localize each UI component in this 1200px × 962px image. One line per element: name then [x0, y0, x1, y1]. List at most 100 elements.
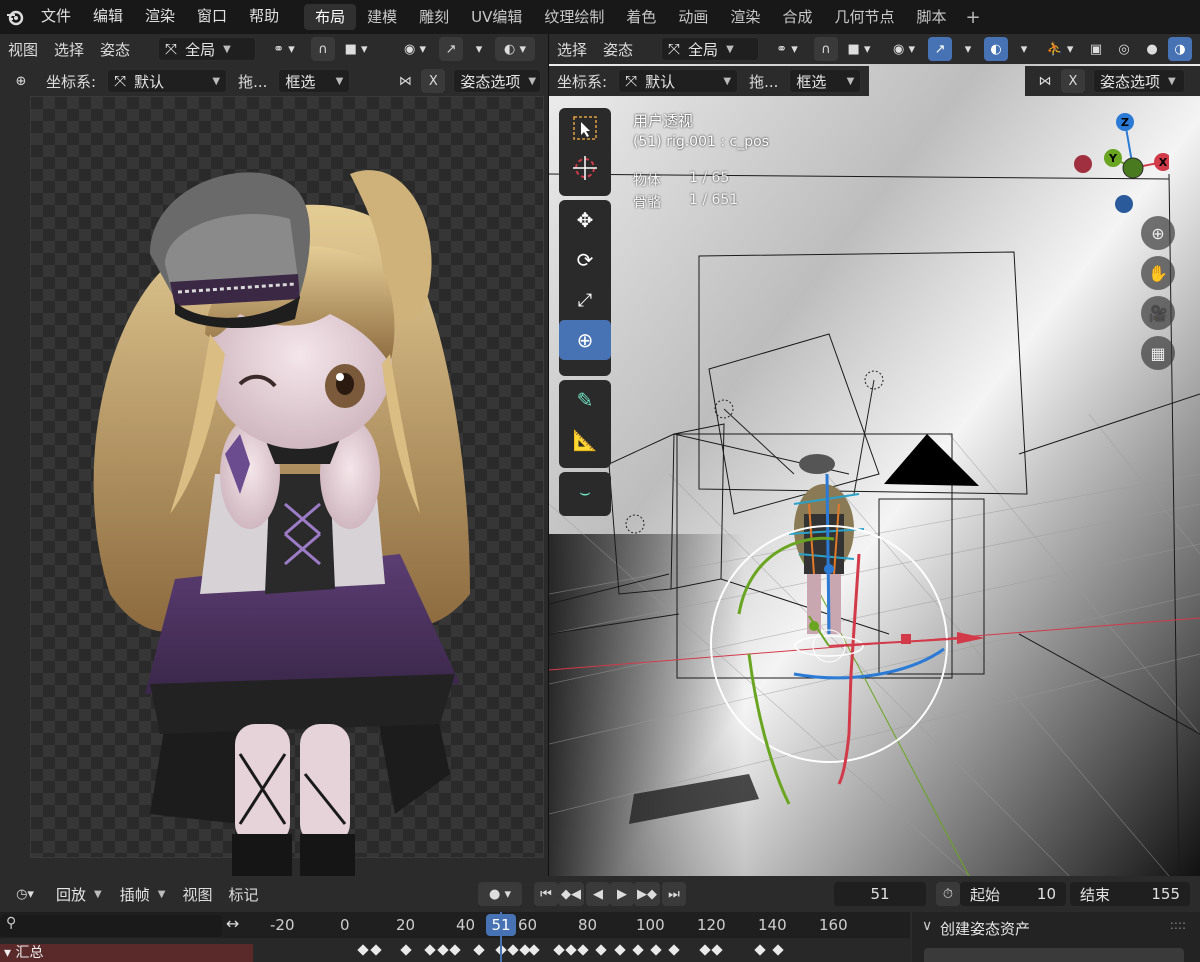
transform-orientation-dropdown[interactable]: ⤧ 全局 ▼ [661, 37, 760, 61]
zoom-icon[interactable]: ⊕ [1141, 216, 1175, 250]
pivot-point-icon[interactable]: ⚭ ▾ [764, 37, 810, 61]
keyframe-diamond[interactable] [436, 944, 449, 956]
tab-geometry-nodes[interactable]: 几何节点 [823, 4, 905, 30]
keyframe-diamond[interactable] [613, 944, 626, 956]
tab-modeling[interactable]: 建模 [356, 4, 408, 30]
next-keyframe-icon[interactable]: ▶◆ [634, 882, 660, 906]
editor-type-clock-icon[interactable]: ◷▾ [8, 882, 42, 906]
play-reverse-icon[interactable]: ◀ [586, 882, 610, 906]
swap-icon[interactable]: ↔ [226, 914, 239, 933]
menu-edit[interactable]: 编辑 [82, 0, 134, 34]
snap-target-icon[interactable]: ■ ▾ [842, 37, 876, 61]
end-frame-field[interactable]: 结束 155 [1070, 882, 1190, 906]
wireframe-shading-icon[interactable]: ◎ [1112, 37, 1136, 61]
keyframe-diamond[interactable] [507, 944, 519, 956]
playback-dropdown[interactable]: 回放 ▼ [50, 882, 108, 906]
camera-view-icon[interactable]: 🎥 [1141, 296, 1175, 330]
chevron-down-icon[interactable]: ▾ [956, 37, 980, 61]
dopesheet-rows[interactable]: ▾ 汇总 [0, 912, 910, 962]
annotate-tool-icon[interactable]: ✎ [559, 380, 611, 420]
scale-tool-icon[interactable]: ⤢ [559, 280, 611, 320]
frame-ruler[interactable]: ⚲ ↔ -20 0 20 40 51 60 80 100 120 140 160 [0, 912, 910, 938]
keyframe-diamond[interactable] [424, 944, 437, 956]
keyframe-diamond[interactable] [754, 944, 766, 956]
coord-system-dropdown[interactable]: ⤧ 默认 ▼ [618, 69, 739, 93]
cursor-tool-icon[interactable] [559, 148, 611, 188]
tab-sculpting[interactable]: 雕刻 [408, 4, 460, 30]
keyframe-diamond[interactable] [650, 944, 662, 956]
keyframe-diamond[interactable] [449, 944, 461, 956]
keyframe-diamond[interactable] [565, 944, 577, 956]
pose-options-dropdown[interactable]: 姿态选项 ▼ [1093, 69, 1185, 93]
tab-shading[interactable]: 着色 [615, 4, 667, 30]
jump-start-icon[interactable]: ⏮ [534, 882, 558, 906]
clock-icon[interactable]: ⏱ [936, 882, 960, 906]
pan-hand-icon[interactable]: ✋ [1141, 256, 1175, 290]
solid-shading-icon[interactable]: ● [1140, 37, 1164, 61]
tab-scripting[interactable]: 脚本 [905, 4, 957, 30]
snap-icon[interactable]: ∩ [814, 37, 839, 61]
tab-texture-paint[interactable]: 纹理绘制 [533, 4, 615, 30]
menu-window[interactable]: 窗口 [186, 0, 238, 34]
chevron-down-icon[interactable]: ∨ [922, 918, 932, 934]
menu-help[interactable]: 帮助 [238, 0, 290, 34]
record-button[interactable]: ● ▾ [478, 882, 522, 906]
keyframe-layer[interactable] [0, 938, 910, 962]
keyframe-diamond[interactable] [711, 944, 723, 956]
drag-label[interactable]: 拖... [741, 71, 786, 92]
chevron-down-icon[interactable]: ▾ [1012, 37, 1036, 61]
select-box-tool-icon[interactable] [559, 108, 611, 148]
keyframe-diamond[interactable] [400, 944, 412, 956]
box-select-dropdown[interactable]: 框选 ▼ [789, 69, 862, 93]
search-input[interactable]: ⚲ [0, 915, 222, 937]
create-pose-asset-button[interactable] [924, 948, 1184, 962]
keyframe-diamond[interactable] [595, 944, 607, 956]
gizmo-icon[interactable]: ↗ [928, 37, 953, 61]
blender-logo-icon[interactable] [0, 0, 30, 34]
move-tool-icon[interactable]: ✥ [559, 200, 611, 240]
tab-uv-editing[interactable]: UV编辑 [460, 4, 533, 30]
keyframe-diamond[interactable] [577, 944, 589, 956]
keyframe-diamond[interactable] [699, 944, 711, 956]
keyframe-diamond[interactable] [552, 944, 565, 956]
keyframe-diamond[interactable] [473, 944, 485, 956]
visibility-icon[interactable]: ◉ ▾ [884, 37, 924, 61]
measure-tool-icon[interactable]: 📐 [559, 420, 611, 460]
armature-overlay-icon[interactable]: ⛹ ▾ [1040, 37, 1080, 61]
keyframe-diamond[interactable] [357, 944, 369, 956]
navigation-gizmo[interactable]: Z X Y [1069, 110, 1169, 220]
tab-rendering[interactable]: 渲染 [719, 4, 771, 30]
prev-keyframe-icon[interactable]: ◆◀ [558, 882, 584, 906]
tab-compositing[interactable]: 合成 [771, 4, 823, 30]
transform-tool-icon[interactable]: ⊕ [559, 320, 611, 360]
x-mirror-button[interactable]: X [1061, 69, 1085, 93]
timeline-view-menu[interactable]: 视图 [174, 884, 220, 905]
keyframe-diamond[interactable] [668, 944, 681, 956]
overlay-icon[interactable]: ◐ [984, 37, 1009, 61]
current-frame-field[interactable]: 51 [834, 882, 926, 906]
tab-animation[interactable]: 动画 [667, 4, 719, 30]
mirror-icon[interactable]: ⋈ [1033, 69, 1057, 93]
rotate-tool-icon[interactable]: ⟳ [559, 240, 611, 280]
drag-handle-icon[interactable]: :::: [1170, 918, 1186, 932]
select-menu[interactable]: 选择 [549, 39, 595, 60]
keyframe-diamond[interactable] [369, 944, 382, 956]
menu-file[interactable]: 文件 [30, 0, 82, 34]
tab-layout[interactable]: 布局 [304, 4, 357, 30]
start-frame-field[interactable]: 起始 10 [960, 882, 1066, 906]
panel-title[interactable]: 创建姿态资产 [940, 918, 1030, 939]
xray-icon[interactable]: ▣ [1084, 37, 1108, 61]
3d-viewport[interactable]: 选择 姿态 ⤧ 全局 ▼ ⚭ ▾ ∩ ■ ▾ ◉ ▾ ↗ ▾ ◐ ▾ ⛹ ▾ ▣… [549, 34, 1200, 876]
relax-pose-tool-icon[interactable]: ⌣ [559, 472, 611, 512]
perspective-grid-icon[interactable]: ▦ [1141, 336, 1175, 370]
keyframe-diamond[interactable] [528, 944, 540, 956]
timeline-marker-menu[interactable]: 标记 [220, 884, 266, 905]
keying-dropdown[interactable]: 插帧 ▼ [114, 882, 172, 906]
add-workspace-button[interactable]: + [957, 7, 988, 28]
pose-menu[interactable]: 姿态 [595, 39, 641, 60]
left-viewport[interactable]: 视图 选择 姿态 ⤧ 全局 ▼ ⚭ ▾ ∩ ■ ▾ ◉ ▾ ↗ ▾ ◐ ▾ ⊕ … [0, 34, 548, 876]
keyframe-diamond[interactable] [772, 944, 784, 956]
menu-render[interactable]: 渲染 [134, 0, 186, 34]
play-icon[interactable]: ▶ [610, 882, 634, 906]
jump-end-icon[interactable]: ⏭ [662, 882, 686, 906]
